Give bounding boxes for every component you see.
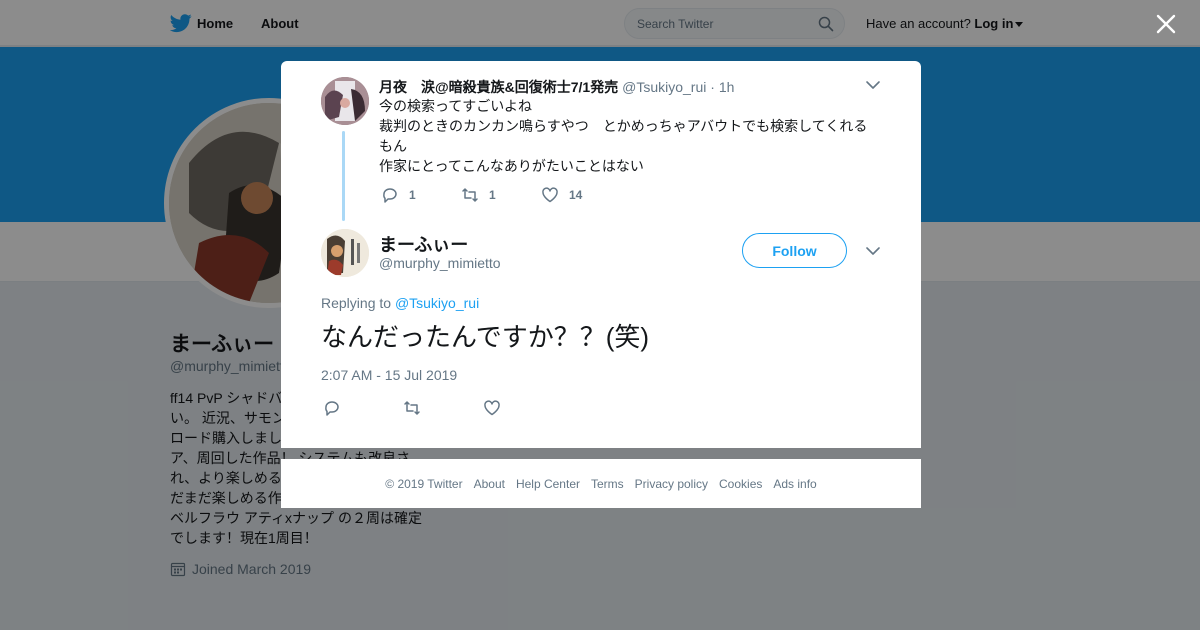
reply-count: 1 xyxy=(409,188,416,202)
main-author-name[interactable]: まーふぃー xyxy=(379,231,468,257)
like-button[interactable] xyxy=(483,399,563,417)
parent-tweet-header: 月夜 涙@暗殺貴族&回復術士7/1発売 @Tsukiyo_rui · 1h xyxy=(379,77,734,97)
footer-link-help-center[interactable]: Help Center xyxy=(516,477,580,491)
modal-footer: © 2019 Twitter About Help Center Terms P… xyxy=(281,459,921,508)
parent-avatar-image xyxy=(321,77,369,125)
reply-icon xyxy=(325,401,339,416)
footer-link-terms[interactable]: Terms xyxy=(591,477,624,491)
like-button[interactable]: 14 xyxy=(541,186,621,204)
follow-button[interactable]: Follow xyxy=(742,233,847,268)
footer-link-cookies[interactable]: Cookies xyxy=(719,477,762,491)
reply-icon xyxy=(383,188,397,203)
retweet-icon xyxy=(404,401,420,415)
parent-author-name[interactable]: 月夜 涙@暗殺貴族&回復術士7/1発売 xyxy=(379,79,618,95)
retweet-button[interactable]: 1 xyxy=(461,186,541,204)
parent-tweet-actions: 1 1 14 xyxy=(381,186,621,204)
close-icon[interactable] xyxy=(1155,13,1177,35)
parent-author-handle[interactable]: @Tsukiyo_rui xyxy=(622,79,706,95)
reply-button[interactable] xyxy=(323,399,403,417)
parent-tweet-time[interactable]: · 1h xyxy=(710,79,734,95)
retweet-button[interactable] xyxy=(403,399,483,417)
chevron-down-icon[interactable] xyxy=(865,243,881,259)
footer-link-privacy[interactable]: Privacy policy xyxy=(635,477,708,491)
tweet-line: 作家にとってこんなありがたいことはない xyxy=(379,158,644,174)
main-tweet-text: なんだったんですか？？(笑) xyxy=(321,322,650,352)
chevron-down-icon[interactable] xyxy=(865,77,881,93)
parent-tweet-text: 今の検索ってすごいよね 裁判のときのカンカン鳴らすやつ とかめっちゃアバウトでも… xyxy=(379,96,879,176)
tweet-timestamp[interactable]: 2:07 AM - 15 Jul 2019 xyxy=(321,367,457,383)
replying-to-link[interactable]: @Tsukiyo_rui xyxy=(395,295,479,311)
like-count: 14 xyxy=(569,188,583,202)
tweet-line: 今の検索ってすごいよね xyxy=(379,98,533,114)
tweet-modal: 月夜 涙@暗殺貴族&回復術士7/1発売 @Tsukiyo_rui · 1h 今の… xyxy=(281,61,921,448)
heart-icon xyxy=(542,187,558,203)
retweet-icon xyxy=(462,188,478,202)
main-tweet-actions xyxy=(323,399,563,417)
footer-link-about[interactable]: About xyxy=(474,477,505,491)
replying-to: Replying to @Tsukiyo_rui xyxy=(321,295,479,311)
main-author-handle[interactable]: @murphy_mimietto xyxy=(379,255,501,271)
reply-button[interactable]: 1 xyxy=(381,186,461,204)
footer-link-ads-info[interactable]: Ads info xyxy=(773,477,816,491)
tweet-line: 裁判のときのカンカン鳴らすやつ とかめっちゃアバウトでも検索してくれる xyxy=(379,118,868,134)
thread-connector xyxy=(342,131,345,221)
retweet-count: 1 xyxy=(489,188,496,202)
replying-prefix: Replying to xyxy=(321,295,392,311)
footer-copyright: © 2019 Twitter xyxy=(385,476,463,491)
parent-tweet-avatar[interactable] xyxy=(321,77,369,125)
heart-icon xyxy=(484,400,500,416)
main-avatar-image xyxy=(321,229,369,277)
main-tweet-avatar[interactable] xyxy=(321,229,369,277)
tweet-line: もん xyxy=(379,138,407,154)
